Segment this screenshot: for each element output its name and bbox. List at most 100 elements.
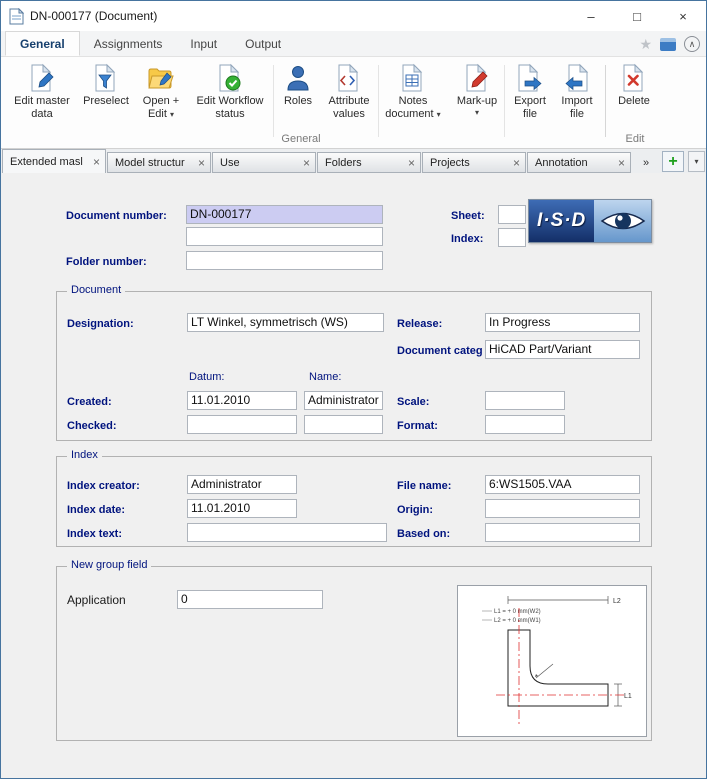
collapse-ribbon-button[interactable]: ∧ <box>684 36 700 52</box>
close-button[interactable]: × <box>660 1 706 31</box>
ribbon-group-label-edit: Edit <box>605 133 665 145</box>
index-creator-field[interactable]: Administrator <box>187 475 297 494</box>
mark-up-button[interactable]: Mark-up ▾ <box>450 61 504 123</box>
datum-column-header: Datum: <box>189 371 224 383</box>
tab-close-icon[interactable]: × <box>198 157 205 169</box>
index-text-label: Index text: <box>67 528 122 540</box>
folder-number-label: Folder number: <box>66 256 147 268</box>
document-form: Document number: DN-000177 Folder number… <box>1 173 707 779</box>
button-label: Attribute values <box>329 95 370 120</box>
index-field[interactable] <box>498 228 526 247</box>
checked-name-field[interactable] <box>304 415 383 434</box>
created-date-field[interactable]: 11.01.2010 <box>187 391 297 410</box>
open-edit-button[interactable]: Open + Edit ▾ <box>133 61 189 123</box>
designation-label: Designation: <box>67 318 134 330</box>
based-on-field[interactable] <box>485 523 640 542</box>
button-label: Mark-up <box>457 95 497 107</box>
tab-use[interactable]: Use × <box>212 152 316 173</box>
tab-close-icon[interactable]: × <box>513 157 520 169</box>
favorites-star-icon[interactable]: ★ <box>639 37 652 51</box>
ribbon-tab-output[interactable]: Output <box>231 31 295 56</box>
sheet-label: Sheet: <box>451 210 485 222</box>
maximize-button[interactable]: □ <box>614 1 660 31</box>
document-number-2-field[interactable] <box>186 227 383 246</box>
document-category-field[interactable]: HiCAD Part/Variant <box>485 340 640 359</box>
application-field[interactable]: 0 <box>177 590 323 609</box>
import-file-button[interactable]: Import file <box>554 61 600 123</box>
origin-field[interactable] <box>485 499 640 518</box>
ribbon-group-separator <box>605 65 606 137</box>
window-title: DN-000177 (Document) <box>30 9 157 23</box>
edit-workflow-status-button[interactable]: Edit Workflow status <box>190 61 270 123</box>
ribbon-separator <box>504 65 505 137</box>
index-group-title: Index <box>67 449 102 461</box>
new-group-field-title: New group field <box>67 559 151 571</box>
format-field[interactable] <box>485 415 565 434</box>
scale-field[interactable] <box>485 391 565 410</box>
release-label: Release: <box>397 318 442 330</box>
part-preview-image: L1 = + 0 mm(W2) L2 = + 0 mm(W1) L2 L1 <box>457 585 647 737</box>
window-controls: – □ × <box>568 1 706 31</box>
designation-field[interactable]: LT Winkel, symmetrisch (WS) <box>187 313 384 332</box>
index-label: Index: <box>451 233 483 245</box>
tab-label: Projects <box>430 157 470 169</box>
checked-date-field[interactable] <box>187 415 297 434</box>
new-group-field-groupbox: New group field Application 0 L1 = + 0 m… <box>56 566 652 741</box>
button-label: Export file <box>514 95 546 120</box>
tab-projects[interactable]: Projects × <box>422 152 526 173</box>
dropdown-arrow-icon: ▾ <box>450 108 504 117</box>
tab-label: Extended masl <box>10 156 83 168</box>
panel-icon[interactable] <box>660 38 676 51</box>
name-column-header: Name: <box>309 371 341 383</box>
tab-label: Model structur <box>115 157 185 169</box>
button-label: Import file <box>561 95 592 120</box>
attribute-values-button[interactable]: Attribute values <box>321 61 377 123</box>
tab-menu-button[interactable]: ▾ <box>688 151 705 172</box>
document-number-label: Document number: <box>66 210 167 222</box>
index-text-field[interactable] <box>187 523 387 542</box>
file-name-field[interactable]: 6:WS1505.VAA <box>485 475 640 494</box>
attribute-values-icon <box>321 61 377 95</box>
created-label: Created: <box>67 396 112 408</box>
document-window: DN-000177 (Document) – □ × General Assig… <box>0 0 707 779</box>
notes-document-button[interactable]: Notes document ▾ <box>382 61 444 123</box>
add-tab-button[interactable]: + <box>662 151 684 172</box>
tab-close-icon[interactable]: × <box>408 157 415 169</box>
ribbon-tab-input[interactable]: Input <box>176 31 231 56</box>
document-tab-strip: Extended masl × Model structur × Use × F… <box>1 149 706 173</box>
index-date-label: Index date: <box>67 504 125 516</box>
document-number-field[interactable]: DN-000177 <box>186 205 383 224</box>
ribbon-group-label-general: General <box>1 133 601 145</box>
button-label: Notes document <box>385 95 433 120</box>
scale-label: Scale: <box>397 396 429 408</box>
created-name-field[interactable]: Administrator <box>304 391 383 410</box>
sheet-field[interactable] <box>498 205 526 224</box>
export-file-button[interactable]: Export file <box>507 61 553 123</box>
edit-master-data-button[interactable]: Edit master data <box>7 61 77 123</box>
preview-note-1: L1 = + 0 mm(W2) <box>494 609 541 615</box>
minimize-button[interactable]: – <box>568 1 614 31</box>
tab-close-icon[interactable]: × <box>303 157 310 169</box>
ribbon-tab-assignments[interactable]: Assignments <box>80 31 177 56</box>
roles-button[interactable]: Roles <box>276 61 320 123</box>
tab-close-icon[interactable]: × <box>618 157 625 169</box>
folder-number-field[interactable] <box>186 251 383 270</box>
mark-up-pencil-icon <box>450 61 504 95</box>
tab-label: Use <box>220 157 240 169</box>
button-label: Edit Workflow status <box>196 95 263 120</box>
preselect-button[interactable]: Preselect <box>80 61 132 123</box>
based-on-label: Based on: <box>397 528 450 540</box>
tab-close-icon[interactable]: × <box>93 156 100 168</box>
tab-model-structure[interactable]: Model structur × <box>107 152 211 173</box>
ribbon-tab-general[interactable]: General <box>5 31 80 56</box>
release-field[interactable]: In Progress <box>485 313 640 332</box>
delete-button[interactable]: Delete <box>609 61 659 123</box>
tab-extended-mask[interactable]: Extended masl × <box>2 149 106 173</box>
import-file-icon <box>554 61 600 95</box>
tab-annotation[interactable]: Annotation × <box>527 152 631 173</box>
tab-folders[interactable]: Folders × <box>317 152 421 173</box>
workflow-status-icon <box>190 61 270 95</box>
ribbon-separator <box>378 65 379 137</box>
tab-overflow-button[interactable]: » <box>643 157 649 169</box>
index-date-field[interactable]: 11.01.2010 <box>187 499 297 518</box>
